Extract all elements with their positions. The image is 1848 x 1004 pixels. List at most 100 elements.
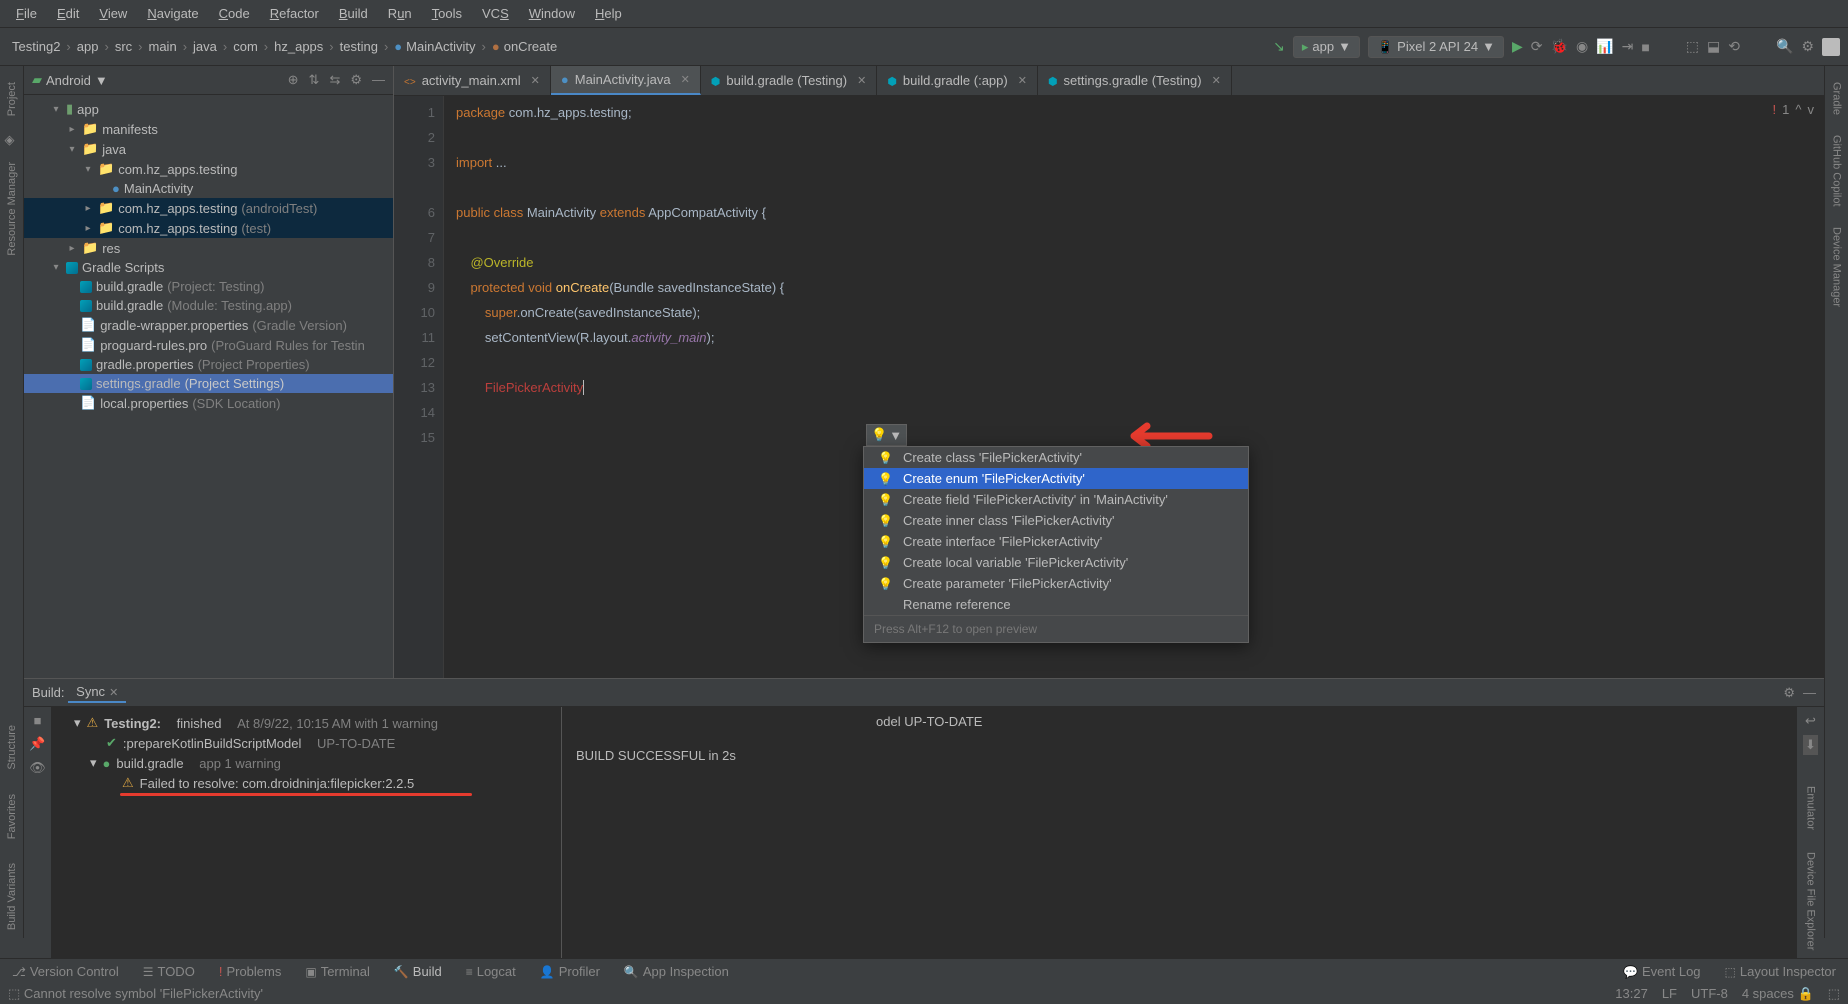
tool-emulator[interactable]: Emulator xyxy=(1805,778,1817,838)
tool-gradle[interactable]: Gradle xyxy=(1831,74,1843,123)
apply-changes-icon[interactable]: ⟳ xyxy=(1531,38,1543,55)
close-icon[interactable]: ✕ xyxy=(531,74,540,87)
status-lock-icon[interactable]: ⬚ xyxy=(1828,986,1840,1002)
tab-mainactivity[interactable]: MainActivity.java✕ xyxy=(551,66,701,95)
tree-settings-gradle[interactable]: settings.gradle (Project Settings) xyxy=(24,374,393,393)
tree-app[interactable]: ▾▮app xyxy=(24,99,393,119)
tree-build-gradle-project[interactable]: build.gradle (Project: Testing) xyxy=(24,277,393,296)
crumb[interactable]: hz_apps xyxy=(270,37,327,56)
crumb[interactable]: Testing2 xyxy=(8,37,64,56)
crumb[interactable]: main xyxy=(145,37,181,56)
tool-app-inspection[interactable]: 🔍 App Inspection xyxy=(620,962,733,981)
menu-refactor[interactable]: Refactor xyxy=(262,4,327,23)
tool-github-copilot[interactable]: GitHub Copilot xyxy=(1831,127,1843,215)
menu-navigate[interactable]: Navigate xyxy=(139,4,206,23)
run-icon[interactable]: ▶ xyxy=(1512,38,1523,55)
target-icon[interactable]: ⊕ xyxy=(288,72,299,88)
popup-item[interactable]: 💡Rename reference xyxy=(864,594,1248,615)
settings-icon[interactable]: ⚙ xyxy=(1783,685,1795,701)
tool-resource-manager[interactable]: Resource Manager xyxy=(6,154,18,264)
device-selector[interactable]: 📱Pixel 2 API 24▼ xyxy=(1368,36,1504,58)
crumb[interactable]: java xyxy=(189,37,221,56)
tree-gradle-props[interactable]: gradle.properties (Project Properties) xyxy=(24,355,393,374)
tree-local-props[interactable]: 📄local.properties (SDK Location) xyxy=(24,393,393,413)
menu-build[interactable]: Build xyxy=(331,4,376,23)
close-icon[interactable]: ✕ xyxy=(1212,74,1221,87)
tab-activity-main[interactable]: activity_main.xml✕ xyxy=(394,66,551,95)
tool-favorites[interactable]: Favorites xyxy=(6,786,18,847)
tool-problems[interactable]: ! Problems xyxy=(215,962,286,981)
tree-pkg[interactable]: ▾📁com.hz_apps.testing xyxy=(24,159,393,179)
expand-icon[interactable]: ⇆ xyxy=(329,72,340,88)
collapse-icon[interactable]: ⇅ xyxy=(309,72,320,88)
make-icon[interactable]: ↘ xyxy=(1273,38,1285,55)
avatar-icon[interactable] xyxy=(1822,38,1840,56)
close-icon[interactable]: ✕ xyxy=(109,687,118,699)
stop-icon[interactable]: ■ xyxy=(34,713,42,728)
tree-java[interactable]: ▾📁java xyxy=(24,139,393,159)
tool-todo[interactable]: ☰ TODO xyxy=(139,962,199,981)
menu-edit[interactable]: Edit xyxy=(49,4,87,23)
tree-gradle-scripts[interactable]: ▾Gradle Scripts xyxy=(24,258,393,277)
tree-pkg-androidtest[interactable]: ▸📁com.hz_apps.testing (androidTest) xyxy=(24,198,393,218)
build-row[interactable]: ▾●build.gradle app 1 warning xyxy=(58,753,555,773)
menu-run[interactable]: Run xyxy=(380,4,420,23)
crumb[interactable]: com xyxy=(229,37,262,56)
popup-item[interactable]: 💡Create enum 'FilePickerActivity' xyxy=(864,468,1248,489)
close-icon[interactable]: ✕ xyxy=(857,74,866,87)
tree-gradle-wrapper[interactable]: 📄gradle-wrapper.properties (Gradle Versi… xyxy=(24,315,393,335)
tool-device-file-explorer[interactable]: Device File Explorer xyxy=(1805,844,1817,958)
popup-item[interactable]: 💡Create interface 'FilePickerActivity' xyxy=(864,531,1248,552)
tree-manifests[interactable]: ▸📁manifests xyxy=(24,119,393,139)
tree-pkg-test[interactable]: ▸📁com.hz_apps.testing (test) xyxy=(24,218,393,238)
popup-item[interactable]: 💡Create field 'FilePickerActivity' in 'M… xyxy=(864,489,1248,510)
stop-icon[interactable]: ■ xyxy=(1641,39,1649,55)
tab-build-gradle-testing[interactable]: build.gradle (Testing)✕ xyxy=(701,66,878,95)
error-indicator[interactable]: !1^v xyxy=(1773,102,1814,117)
tool-project[interactable]: Project xyxy=(6,74,18,124)
tool-version-control[interactable]: ⎇ Version Control xyxy=(8,962,123,981)
settings-icon[interactable]: ⚙ xyxy=(1801,38,1814,55)
tab-build-gradle-app[interactable]: build.gradle (:app)✕ xyxy=(877,66,1038,95)
scroll-end-icon[interactable]: ⬇ xyxy=(1803,735,1818,755)
crumb-method[interactable]: onCreate xyxy=(488,37,561,56)
build-row[interactable]: ✔:prepareKotlinBuildScriptModel UP-TO-DA… xyxy=(58,733,555,753)
tab-settings-gradle[interactable]: settings.gradle (Testing)✕ xyxy=(1038,66,1232,95)
attach-debugger-icon[interactable]: ⇥ xyxy=(1622,38,1634,55)
build-output[interactable]: odel UP-TO-DATE BUILD SUCCESSFUL in 2s xyxy=(562,707,1796,958)
avd-icon[interactable]: ⬚ xyxy=(1686,38,1699,55)
sidebar-view-selector[interactable]: ▰Android▼ xyxy=(32,72,108,88)
close-icon[interactable]: ✕ xyxy=(681,73,690,86)
view-icon[interactable]: 👁 xyxy=(29,760,46,776)
crumb[interactable]: app xyxy=(73,37,103,56)
popup-item[interactable]: 💡Create parameter 'FilePickerActivity' xyxy=(864,573,1248,594)
build-tab-sync[interactable]: Sync✕ xyxy=(68,682,126,703)
menu-vcs[interactable]: VCS xyxy=(474,4,517,23)
popup-item[interactable]: 💡Create inner class 'FilePickerActivity' xyxy=(864,510,1248,531)
build-row-error[interactable]: ⚠Failed to resolve: com.droidninja:filep… xyxy=(58,773,555,793)
crumb[interactable]: testing xyxy=(336,37,382,56)
close-icon[interactable]: ✕ xyxy=(1018,74,1027,87)
tree-res[interactable]: ▸📁res xyxy=(24,238,393,258)
status-encoding[interactable]: UTF-8 xyxy=(1691,986,1728,1002)
tool-build-variants[interactable]: Build Variants xyxy=(6,855,18,938)
tree-mainactivity[interactable]: ●MainActivity xyxy=(24,179,393,198)
build-row[interactable]: ▾⚠Testing2: finished At 8/9/22, 10:15 AM… xyxy=(58,713,555,733)
popup-item[interactable]: 💡Create class 'FilePickerActivity' xyxy=(864,447,1248,468)
menu-file[interactable]: File xyxy=(8,4,45,23)
tool-device-manager[interactable]: Device Manager xyxy=(1831,219,1843,315)
tree-proguard[interactable]: 📄proguard-rules.pro (ProGuard Rules for … xyxy=(24,335,393,355)
menu-view[interactable]: View xyxy=(91,4,135,23)
tool-logcat[interactable]: ≡ Logcat xyxy=(462,962,520,981)
pin-icon[interactable]: 📌 xyxy=(29,736,45,752)
sdk-icon[interactable]: ⬓ xyxy=(1707,38,1720,55)
menu-help[interactable]: Help xyxy=(587,4,630,23)
tool-layout-inspector[interactable]: ⬚ Layout Inspector xyxy=(1721,962,1840,981)
hide-icon[interactable]: — xyxy=(1803,685,1816,701)
sync-icon[interactable]: ⟲ xyxy=(1728,38,1740,55)
profile-icon[interactable]: 📊 xyxy=(1596,38,1613,55)
menu-tools[interactable]: Tools xyxy=(424,4,470,23)
crumb[interactable]: src xyxy=(111,37,136,56)
status-indent[interactable]: 4 spaces 🔒 xyxy=(1742,986,1814,1002)
intention-bulb[interactable]: 💡▼ xyxy=(866,424,907,446)
